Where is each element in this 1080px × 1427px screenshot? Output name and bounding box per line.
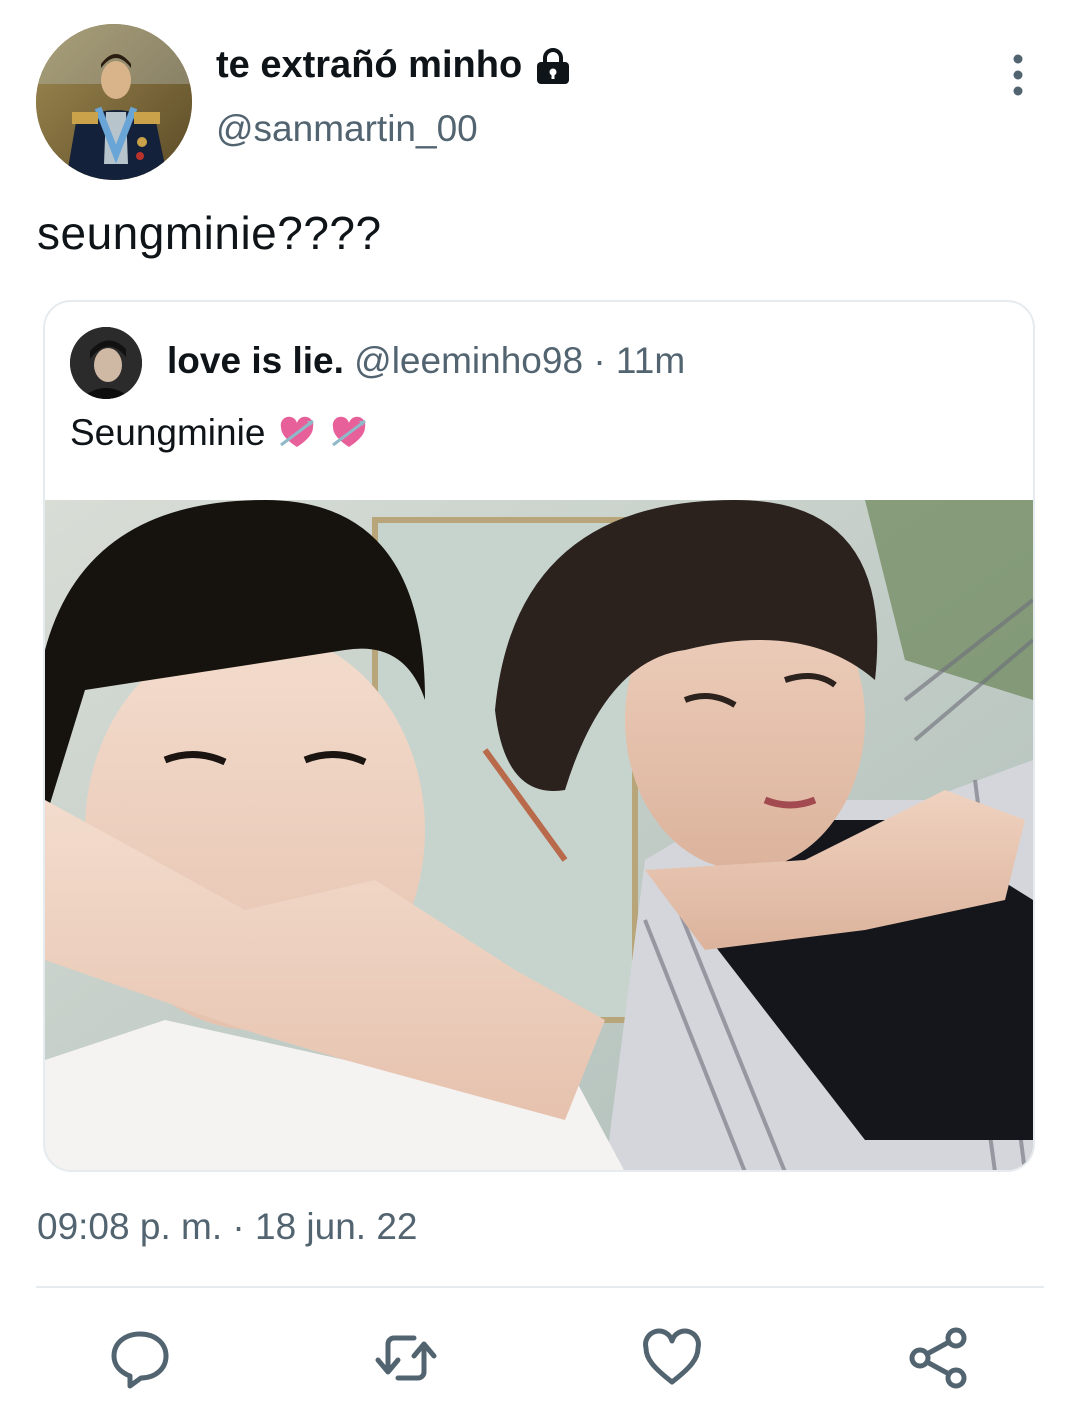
heart-with-arrow-icon [329, 413, 369, 453]
quoted-text-row: Seungminie [70, 412, 369, 454]
author-display-name[interactable]: te extrañó minho [216, 44, 522, 87]
share-icon[interactable] [906, 1326, 970, 1390]
quoted-author-avatar[interactable] [70, 327, 142, 399]
quoted-header: love is lie. @leeminho98 · 11m [167, 340, 685, 382]
more-options-icon[interactable] [998, 52, 1038, 98]
quoted-display-name[interactable]: love is lie. [167, 340, 344, 381]
tweet-text: seungminie???? [37, 207, 382, 259]
quoted-time: · 11m [593, 340, 686, 381]
author-display-name-row[interactable]: te extrañó minho [216, 44, 574, 87]
author-handle[interactable]: @sanmartin_00 [216, 108, 478, 150]
quoted-media-photo[interactable] [45, 500, 1033, 1170]
author-avatar[interactable] [36, 24, 192, 180]
heart-with-arrow-icon [277, 413, 317, 453]
divider [36, 1286, 1044, 1288]
like-icon[interactable] [640, 1326, 704, 1390]
quoted-handle[interactable]: @leeminho98 [354, 340, 583, 381]
tweet-timestamp[interactable]: 09:08 p. m. · 18 jun. 22 [37, 1206, 418, 1248]
quoted-text: Seungminie [70, 412, 266, 453]
reply-icon[interactable] [108, 1326, 172, 1390]
lock-icon [532, 45, 574, 87]
retweet-icon[interactable] [374, 1326, 438, 1390]
quoted-tweet-card[interactable]: love is lie. @leeminho98 · 11m Seungmini… [43, 300, 1035, 1172]
